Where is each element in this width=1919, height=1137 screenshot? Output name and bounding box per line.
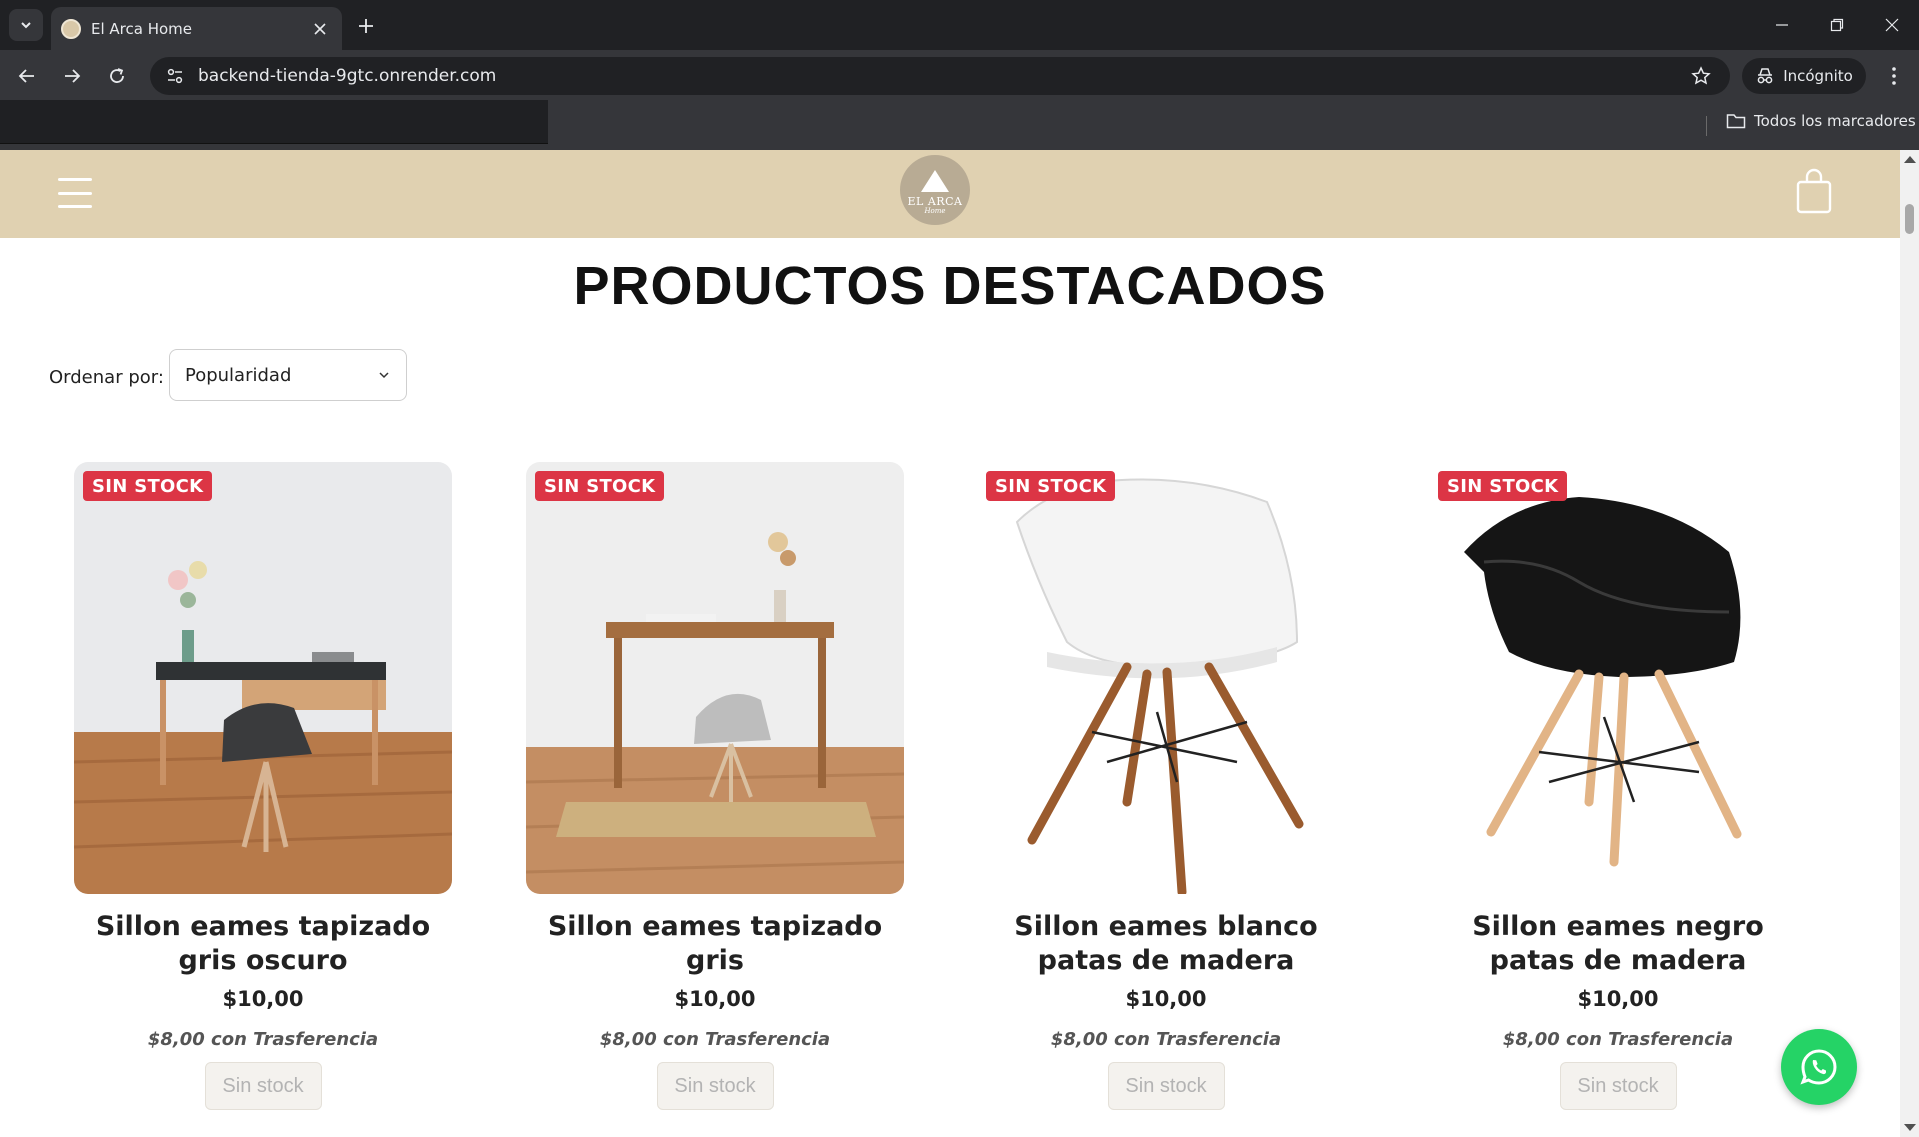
out-of-stock-button[interactable]: Sin stock <box>204 1062 322 1110</box>
out-of-stock-badge: SIN STOCK <box>1438 471 1568 501</box>
site-header: EL ARCA Home <box>0 150 1900 238</box>
logo-text: EL ARCA <box>907 194 963 208</box>
transfer-price: $8,00 con Trasferencia <box>1502 1029 1734 1050</box>
out-of-stock-badge: SIN STOCK <box>986 471 1116 501</box>
page-title: PRODUCTOS DESTACADOS <box>573 256 1327 316</box>
logo-mark <box>921 169 949 192</box>
product-card[interactable]: SIN STOCK Sillon eames tapizado gris osc… <box>74 462 452 1110</box>
all-bookmarks-label: Todos los marcadores <box>1754 112 1916 130</box>
url-text[interactable]: backend-tienda-9gtc.onrender.com <box>198 66 1686 86</box>
tab-title: El Arca Home <box>91 19 193 38</box>
sort-label: Ordenar por: <box>49 367 164 388</box>
sort-selected-value: Popularidad <box>185 364 292 386</box>
shopping-bag-icon[interactable] <box>1796 168 1832 214</box>
whatsapp-icon[interactable] <box>1781 1029 1857 1105</box>
out-of-stock-badge: SIN STOCK <box>83 471 213 501</box>
hamburger-icon[interactable] <box>58 178 92 208</box>
incognito-label: Incógnito <box>1783 67 1853 85</box>
out-of-stock-badge: SIN STOCK <box>535 471 665 501</box>
sort-select[interactable]: Popularidad <box>169 349 407 401</box>
incognito-indicator[interactable]: Incógnito <box>1742 58 1866 94</box>
chevron-down-icon <box>379 372 389 379</box>
product-card[interactable]: SIN STOCK Sillon eames tapizado gris $10… <box>526 462 904 1110</box>
plus-icon[interactable] <box>352 12 380 40</box>
browser-toolbar: backend-tienda-9gtc.onrender.com Incógni… <box>0 50 1919 100</box>
product-price: $10,00 <box>674 987 756 1011</box>
page-viewport: EL ARCA Home PRODUCTOS DESTACADOS Ordena… <box>0 150 1900 1137</box>
forward-icon[interactable] <box>56 60 88 92</box>
close-window-icon[interactable] <box>1864 0 1919 50</box>
logo-subtext: Home <box>924 206 946 215</box>
product-image[interactable]: SIN STOCK <box>1429 462 1807 894</box>
bookmarks-bar: Todos los marcadores <box>0 100 1919 150</box>
incognito-icon <box>1757 68 1773 84</box>
product-image[interactable]: SIN STOCK <box>74 462 452 894</box>
menu-icon[interactable] <box>1880 62 1908 90</box>
bookmarks-separator <box>1706 116 1707 136</box>
scroll-down-icon[interactable] <box>1904 1124 1916 1131</box>
product-price: $10,00 <box>222 987 304 1011</box>
product-price: $10,00 <box>1577 987 1659 1011</box>
product-image[interactable]: SIN STOCK <box>526 462 904 894</box>
out-of-stock-button[interactable]: Sin stock <box>1107 1062 1225 1110</box>
window-controls <box>1754 0 1919 50</box>
transfer-price: $8,00 con Trasferencia <box>147 1029 379 1050</box>
restore-icon[interactable] <box>1809 0 1864 50</box>
product-card[interactable]: SIN STOCK Sillon eames blanco patas de m… <box>977 462 1355 1110</box>
product-name[interactable]: Sillon eames negro patas de madera <box>1429 910 1807 978</box>
out-of-stock-button[interactable]: Sin stock <box>656 1062 774 1110</box>
out-of-stock-button[interactable]: Sin stock <box>1559 1062 1677 1110</box>
product-card[interactable]: SIN STOCK Sillon eames negro patas de ma… <box>1429 462 1807 1110</box>
product-image[interactable]: SIN STOCK <box>977 462 1355 894</box>
scrollbar-thumb[interactable] <box>1905 204 1914 234</box>
transfer-price: $8,00 con Trasferencia <box>1050 1029 1282 1050</box>
product-price: $10,00 <box>1125 987 1207 1011</box>
product-name[interactable]: Sillon eames tapizado gris <box>526 910 904 978</box>
site-logo[interactable]: EL ARCA Home <box>900 155 970 225</box>
browser-tab[interactable]: El Arca Home <box>51 7 342 50</box>
back-icon[interactable] <box>11 60 43 92</box>
browser-tabstrip: El Arca Home <box>0 0 1919 50</box>
bookmarks-overlay <box>0 100 548 144</box>
scroll-up-icon[interactable] <box>1904 156 1916 163</box>
address-bar[interactable]: backend-tienda-9gtc.onrender.com <box>150 57 1730 95</box>
minimize-icon[interactable] <box>1754 0 1809 50</box>
transfer-price: $8,00 con Trasferencia <box>599 1029 831 1050</box>
reload-icon[interactable] <box>101 60 133 92</box>
site-favicon-icon <box>61 18 81 39</box>
all-bookmarks-button[interactable]: Todos los marcadores <box>1726 112 1916 130</box>
site-info-icon[interactable] <box>162 63 188 89</box>
close-icon[interactable] <box>310 19 330 39</box>
page-scrollbar[interactable] <box>1900 150 1919 1137</box>
product-name[interactable]: Sillon eames blanco patas de madera <box>977 910 1355 978</box>
product-name[interactable]: Sillon eames tapizado gris oscuro <box>74 910 452 978</box>
star-icon[interactable] <box>1686 61 1716 91</box>
folder-icon <box>1726 114 1746 129</box>
tab-search-icon[interactable] <box>9 9 43 41</box>
